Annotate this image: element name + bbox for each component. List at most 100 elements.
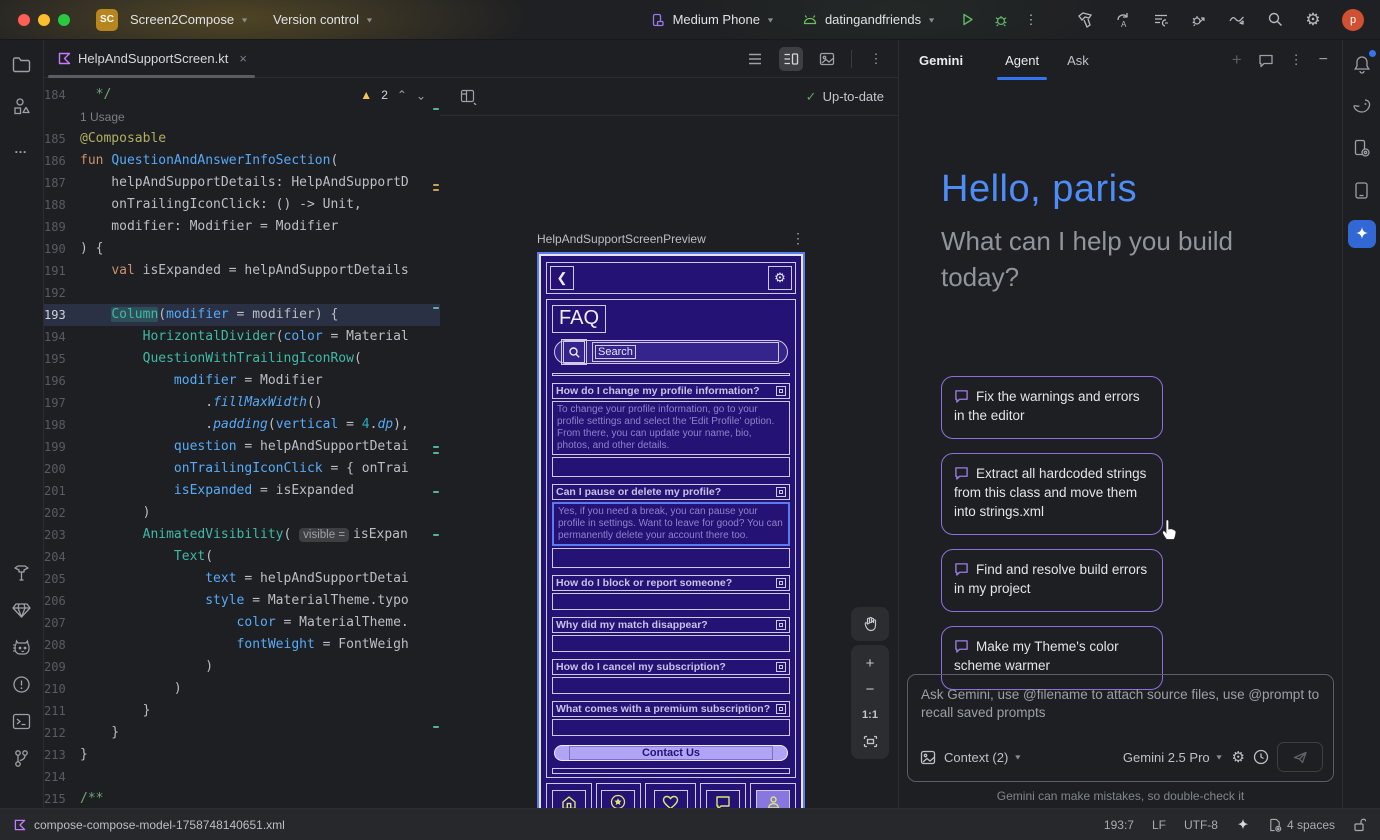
faq-question-row[interactable]: How do I cancel my subscription? bbox=[552, 659, 790, 675]
faq-question-row[interactable]: Why did my match disappear? bbox=[552, 617, 790, 633]
code-line[interactable]: 200 onTrailingIconClick = { onTrai bbox=[44, 458, 440, 480]
prev-warning-icon[interactable]: ⌃ bbox=[397, 88, 407, 102]
code-view-button[interactable] bbox=[743, 47, 767, 71]
file-lock-icon[interactable] bbox=[1353, 818, 1366, 832]
gemini-prompt-input[interactable]: Ask Gemini, use @filename to attach sour… bbox=[907, 674, 1334, 782]
code-line[interactable]: 190) { bbox=[44, 238, 440, 260]
preview-phone-frame[interactable]: ❮ ⚙ FAQ Search How do I change my profil… bbox=[537, 252, 805, 840]
run-button[interactable] bbox=[958, 11, 976, 29]
build-icon[interactable] bbox=[1076, 11, 1094, 29]
code-line[interactable]: 202 ) bbox=[44, 502, 440, 524]
code-line[interactable]: 196 modifier = Modifier bbox=[44, 370, 440, 392]
design-view-button[interactable] bbox=[815, 47, 839, 71]
device-selector[interactable]: Medium Phone ▼ bbox=[649, 11, 775, 29]
hide-panel-icon[interactable]: − bbox=[1319, 51, 1328, 69]
expand-icon[interactable] bbox=[776, 620, 786, 630]
panel-options-kebab[interactable]: ⋮ bbox=[1290, 52, 1303, 68]
expand-icon[interactable] bbox=[776, 662, 786, 672]
close-tab-icon[interactable]: × bbox=[239, 51, 247, 66]
contact-us-button[interactable]: Contact Us bbox=[554, 745, 788, 761]
code-line[interactable]: 201 isExpanded = isExpanded bbox=[44, 480, 440, 502]
expand-icon[interactable] bbox=[776, 704, 786, 714]
search-bar[interactable]: Search bbox=[554, 340, 788, 364]
device-manager-icon[interactable] bbox=[1350, 136, 1374, 160]
code-line[interactable]: 197 .fillMaxWidth() bbox=[44, 392, 440, 414]
attach-debugger-icon[interactable] bbox=[1190, 11, 1208, 29]
zoom-in-button[interactable]: + bbox=[855, 651, 885, 675]
zoom-actual-button[interactable]: 1:1 bbox=[855, 703, 885, 727]
code-editor[interactable]: 184 */1 Usage185@Composable186fun Questi… bbox=[44, 78, 440, 808]
code-line[interactable]: 1 Usage bbox=[44, 106, 440, 128]
faq-question-row[interactable]: What comes with a premium subscription? bbox=[552, 701, 790, 717]
settings-gear-icon[interactable]: ⚙ bbox=[1304, 11, 1322, 29]
more-tool-windows-icon[interactable]: … bbox=[10, 136, 34, 160]
code-line[interactable]: 195 QuestionWithTrailingIconRow( bbox=[44, 348, 440, 370]
status-file-path[interactable]: compose-compose-model-1758748140651.xml bbox=[34, 818, 285, 832]
pan-hand-button[interactable] bbox=[851, 607, 889, 641]
more-actions-kebab[interactable]: ⋮ bbox=[1022, 11, 1040, 29]
code-line[interactable]: 209 ) bbox=[44, 656, 440, 678]
gemini-button[interactable] bbox=[1348, 220, 1376, 248]
code-line[interactable]: 198 .padding(vertical = 4.dp), bbox=[44, 414, 440, 436]
code-line[interactable]: 188 onTrailingIconClick: () -> Unit, bbox=[44, 194, 440, 216]
faq-question-row[interactable]: How do I block or report someone? bbox=[552, 575, 790, 591]
tab-ask[interactable]: Ask bbox=[1053, 40, 1103, 80]
gradle-icon[interactable] bbox=[1350, 94, 1374, 118]
code-line[interactable]: 193 Column(modifier = modifier) { bbox=[44, 304, 440, 326]
minimize-window-button[interactable] bbox=[38, 14, 50, 26]
resource-manager-icon[interactable] bbox=[10, 94, 34, 118]
suggestion-card[interactable]: Fix the warnings and errors in the edito… bbox=[941, 376, 1163, 439]
code-line[interactable]: 206 style = MaterialTheme.typo bbox=[44, 590, 440, 612]
split-view-button[interactable] bbox=[779, 47, 803, 71]
code-line[interactable]: 203 AnimatedVisibility( visible =isExpan bbox=[44, 524, 440, 546]
code-line[interactable]: 204 Text( bbox=[44, 546, 440, 568]
code-line[interactable]: 199 question = helpAndSupportDetai bbox=[44, 436, 440, 458]
line-ending[interactable]: LF bbox=[1152, 818, 1166, 832]
suggestion-card[interactable]: Find and resolve build errors in my proj… bbox=[941, 549, 1163, 612]
sync-project-icon[interactable]: A bbox=[1114, 11, 1132, 29]
app-quality-insights-icon[interactable] bbox=[10, 598, 34, 622]
back-button[interactable]: ❮ bbox=[550, 266, 574, 290]
model-selector[interactable]: Gemini 2.5 Pro ▼ bbox=[1123, 750, 1224, 765]
build-tool-icon[interactable] bbox=[10, 561, 34, 585]
close-window-button[interactable] bbox=[18, 14, 30, 26]
editor-options-kebab[interactable]: ⋮ bbox=[864, 47, 888, 71]
code-line[interactable]: 212 } bbox=[44, 722, 440, 744]
expand-icon[interactable] bbox=[776, 578, 786, 588]
todo-list-icon[interactable] bbox=[1152, 11, 1170, 29]
faq-question-row[interactable]: How do I change my profile information? bbox=[552, 383, 790, 399]
debug-button[interactable] bbox=[992, 11, 1010, 29]
version-control-icon[interactable] bbox=[10, 746, 34, 770]
notifications-bell-icon[interactable] bbox=[1350, 52, 1374, 76]
code-line[interactable]: 214 bbox=[44, 766, 440, 788]
search-input[interactable]: Search bbox=[592, 342, 779, 362]
user-avatar[interactable]: p bbox=[1342, 9, 1364, 31]
faq-answer-text[interactable]: To change your profile information, go t… bbox=[552, 401, 790, 455]
code-line[interactable]: 213} bbox=[44, 744, 440, 766]
suggestion-card[interactable]: Extract all hardcoded strings from this … bbox=[941, 453, 1163, 535]
caret-position[interactable]: 193:7 bbox=[1104, 818, 1134, 832]
expand-icon[interactable] bbox=[776, 487, 786, 497]
next-warning-icon[interactable]: ⌃ bbox=[416, 88, 426, 102]
project-selector[interactable]: Screen2Compose ▼ bbox=[130, 12, 249, 27]
profiler-icon[interactable] bbox=[1228, 11, 1246, 29]
prompt-settings-gear-icon[interactable]: ⚙ bbox=[1232, 748, 1245, 766]
indent-setting[interactable]: 4 spaces bbox=[1268, 818, 1335, 832]
expand-icon[interactable] bbox=[776, 386, 786, 396]
editor-tab[interactable]: HelpAndSupportScreen.kt × bbox=[44, 40, 259, 78]
zoom-fit-button[interactable] bbox=[855, 729, 885, 753]
code-line[interactable]: 205 text = helpAndSupportDetai bbox=[44, 568, 440, 590]
code-line[interactable]: 215/** bbox=[44, 788, 440, 808]
vcs-selector[interactable]: Version control ▼ bbox=[273, 12, 374, 27]
code-line[interactable]: 186fun QuestionAndAnswerInfoSection( bbox=[44, 150, 440, 172]
code-line[interactable]: 189 modifier: Modifier = Modifier bbox=[44, 216, 440, 238]
run-config-selector[interactable]: datingandfriends ▼ bbox=[801, 11, 936, 29]
preview-options-kebab[interactable]: ⋮ bbox=[791, 230, 805, 247]
search-everywhere-icon[interactable] bbox=[1266, 11, 1284, 29]
attach-image-icon[interactable] bbox=[920, 750, 936, 765]
code-line[interactable]: 191 val isExpanded = helpAndSupportDetai… bbox=[44, 260, 440, 282]
history-clock-icon[interactable] bbox=[1253, 749, 1269, 765]
logcat-icon[interactable] bbox=[10, 635, 34, 659]
faq-answer-text[interactable]: Yes, if you need a break, you can pause … bbox=[552, 502, 790, 546]
code-line[interactable]: 208 fontWeight = FontWeigh bbox=[44, 634, 440, 656]
